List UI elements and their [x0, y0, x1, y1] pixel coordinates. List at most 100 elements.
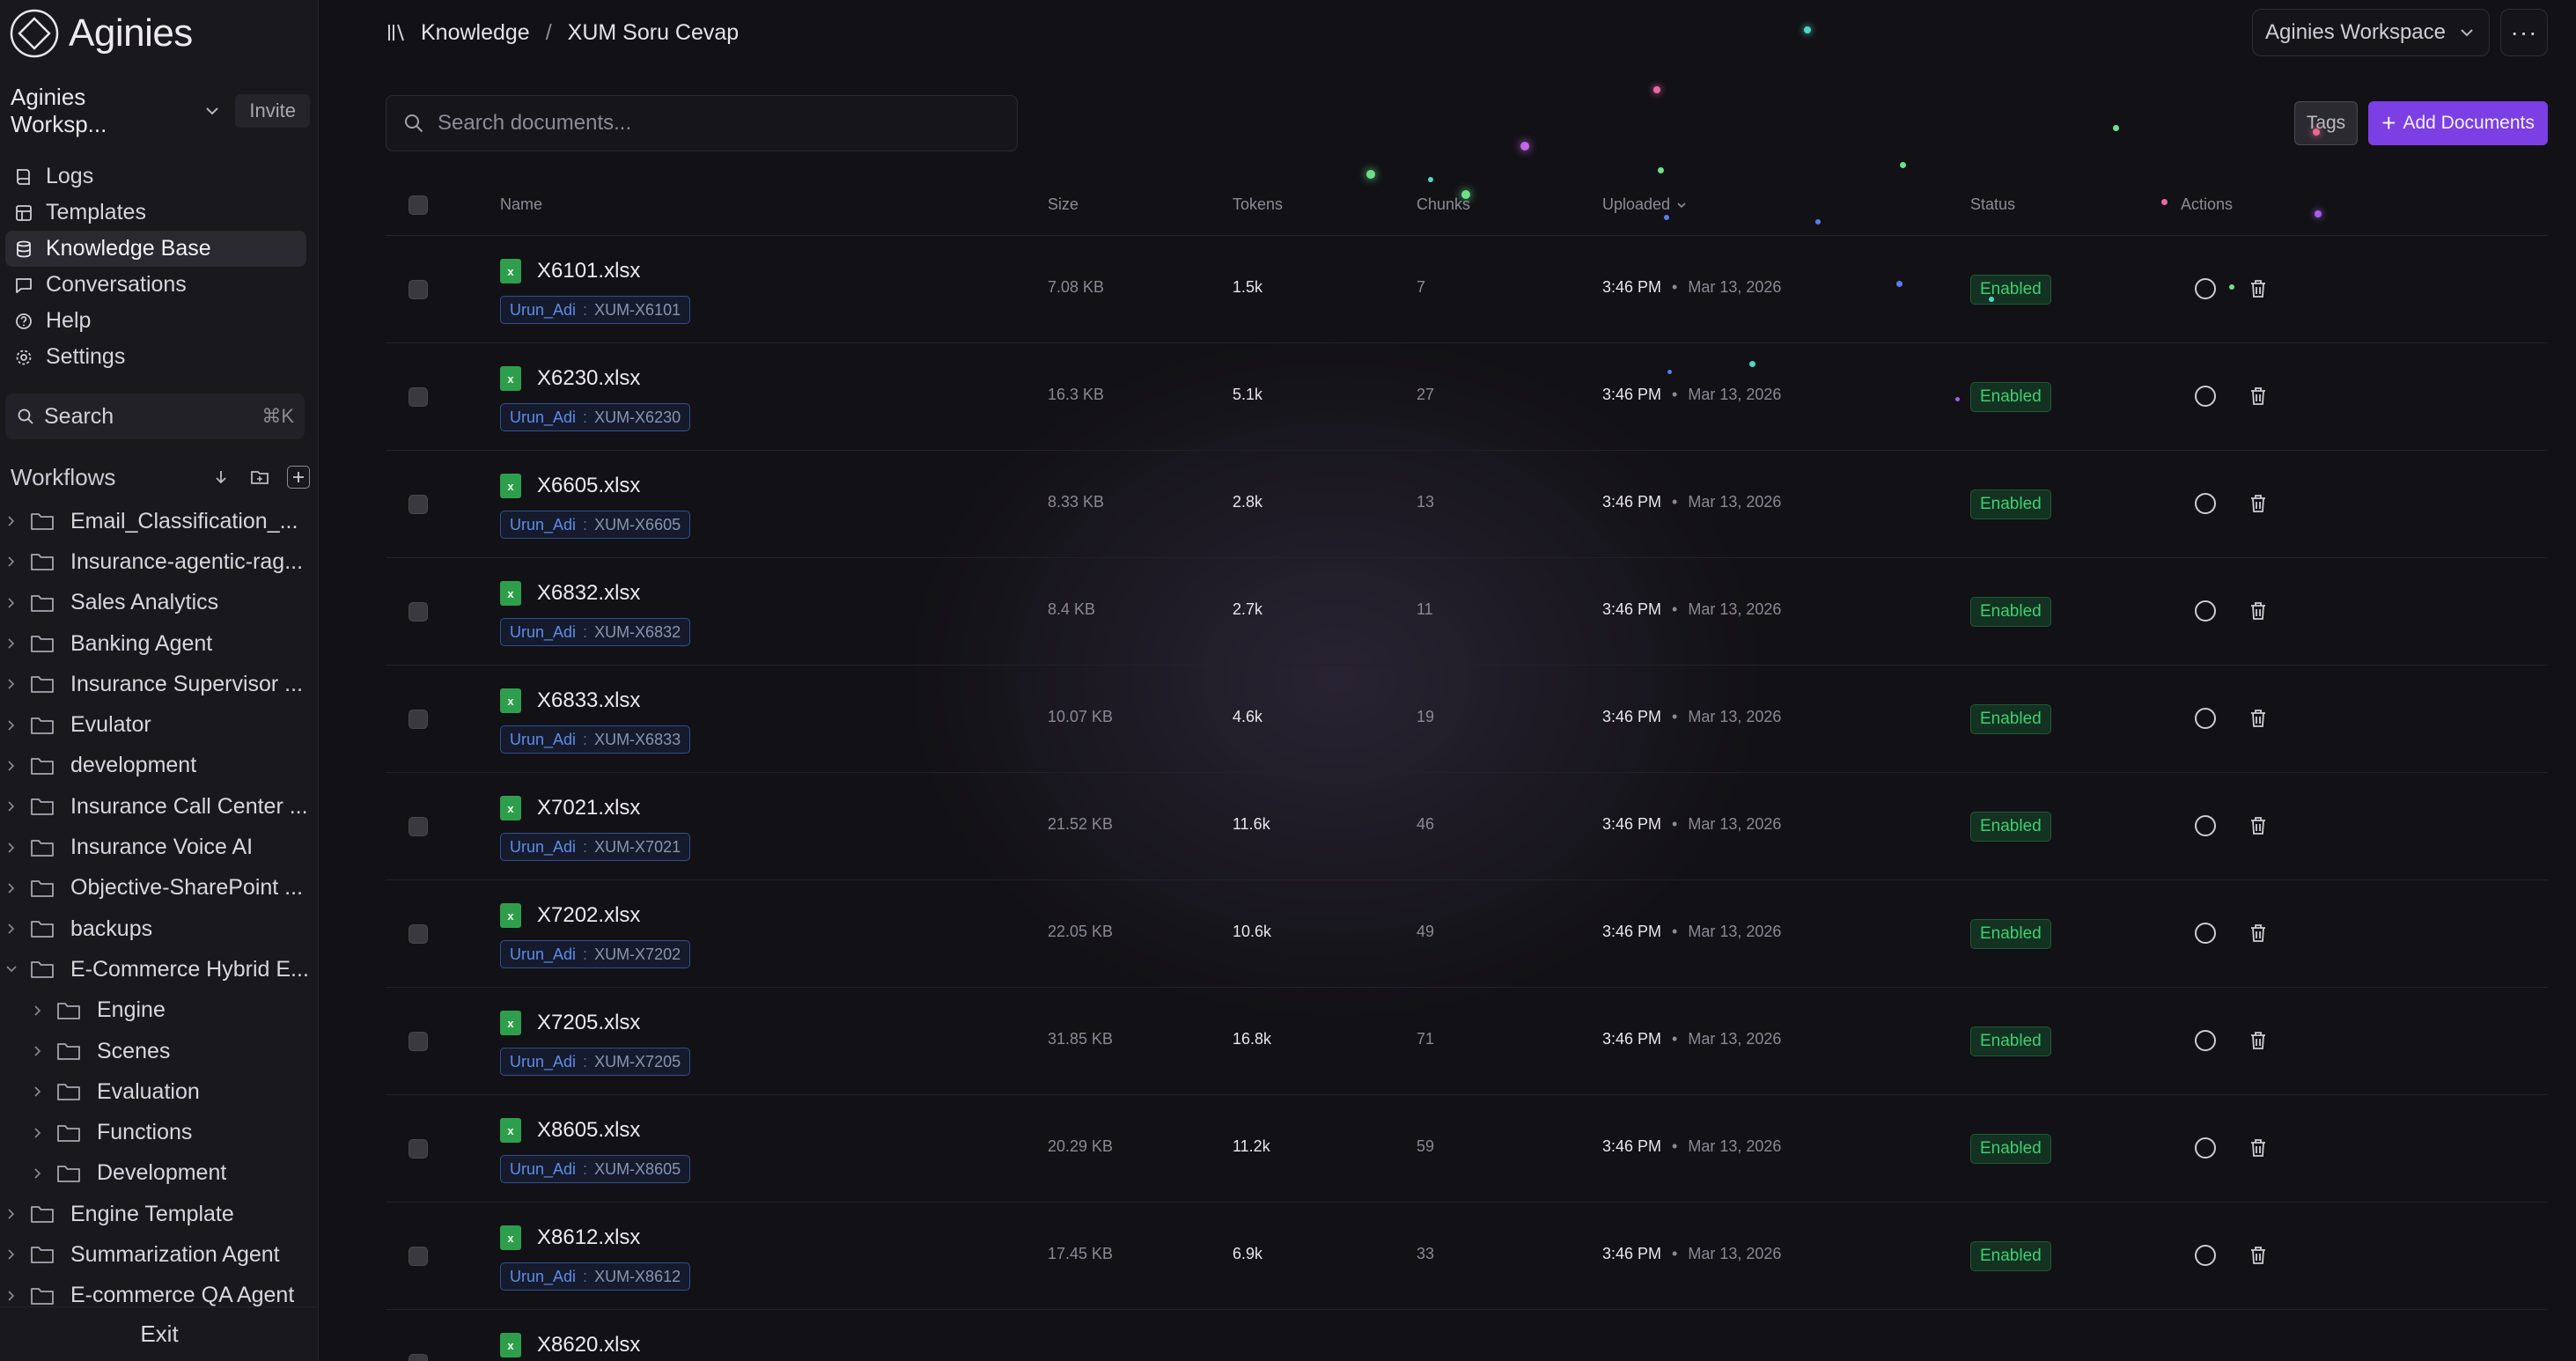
- metadata-tag[interactable]: Urun_Adi: XUM-X8612: [500, 1262, 691, 1291]
- workspace-switcher[interactable]: Aginies Worksp... Invite: [11, 84, 310, 137]
- column-chunks[interactable]: Chunks: [1417, 195, 1470, 214]
- add-documents-button[interactable]: + Add Documents: [2368, 101, 2548, 145]
- table-row[interactable]: x X6832.xlsx Urun_Adi: XUM-X6832 8.4 KB 2.7k 1…: [386, 558, 2548, 666]
- row-checkbox[interactable]: [408, 1139, 428, 1159]
- metadata-tag[interactable]: Urun_Adi: XUM-X8605: [500, 1155, 691, 1183]
- row-checkbox[interactable]: [408, 387, 428, 407]
- row-checkbox[interactable]: [408, 280, 428, 299]
- trash-icon[interactable]: [2248, 1245, 2268, 1266]
- toggle-status-icon[interactable]: [2195, 923, 2216, 944]
- row-checkbox[interactable]: [408, 710, 428, 729]
- metadata-tag[interactable]: Urun_Adi: XUM-X6833: [500, 725, 691, 754]
- tree-item[interactable]: Summarization Agent: [0, 1234, 319, 1275]
- row-checkbox[interactable]: [408, 602, 428, 622]
- table-row[interactable]: x X7202.xlsx Urun_Adi: XUM-X7202 22.05 KB 10.…: [386, 880, 2548, 988]
- toggle-status-icon[interactable]: [2195, 278, 2216, 299]
- trash-icon[interactable]: [2248, 708, 2268, 729]
- exit-button[interactable]: Exit: [0, 1306, 319, 1361]
- select-all-checkbox[interactable]: [408, 195, 428, 215]
- row-checkbox[interactable]: [408, 1247, 428, 1266]
- row-checkbox[interactable]: [408, 1354, 428, 1361]
- trash-icon[interactable]: [2248, 493, 2268, 514]
- table-row[interactable]: x X7205.xlsx Urun_Adi: XUM-X7205 31.85 KB 16.…: [386, 988, 2548, 1095]
- trash-icon[interactable]: [2248, 278, 2268, 299]
- tree-item[interactable]: Insurance-agentic-rag...: [0, 541, 319, 582]
- sidebar-search[interactable]: Search ⌘K: [5, 394, 305, 439]
- sidebar-item-knowledge-base[interactable]: Knowledge Base: [5, 231, 306, 267]
- sidebar-item-templates[interactable]: Templates: [5, 195, 306, 231]
- table-row[interactable]: x X6605.xlsx Urun_Adi: XUM-X6605 8.33 KB 2.8k…: [386, 451, 2548, 558]
- file-name[interactable]: x X8612.xlsx: [500, 1225, 640, 1250]
- metadata-tag[interactable]: Urun_Adi: XUM-X6832: [500, 618, 691, 646]
- metadata-tag[interactable]: Urun_Adi: XUM-X6101: [500, 296, 691, 324]
- tree-item[interactable]: Development: [0, 1153, 319, 1194]
- toggle-status-icon[interactable]: [2195, 1137, 2216, 1159]
- column-size[interactable]: Size: [1048, 195, 1078, 214]
- tree-item[interactable]: Engine: [0, 990, 319, 1031]
- table-row[interactable]: x X8612.xlsx Urun_Adi: XUM-X8612 17.45 KB 6.9…: [386, 1203, 2548, 1310]
- column-status[interactable]: Status: [1970, 195, 2015, 214]
- tree-item[interactable]: Evulator: [0, 704, 319, 745]
- tree-item[interactable]: Objective-SharePoint ...: [0, 868, 319, 909]
- row-checkbox[interactable]: [408, 817, 428, 836]
- sidebar-item-conversations[interactable]: Conversations: [5, 267, 306, 303]
- toggle-status-icon[interactable]: [2195, 493, 2216, 514]
- tree-item[interactable]: Insurance Voice AI: [0, 827, 319, 867]
- table-row[interactable]: x X8620.xlsx: [386, 1310, 2548, 1361]
- toggle-status-icon[interactable]: [2195, 815, 2216, 836]
- tree-item[interactable]: Engine Template: [0, 1194, 319, 1234]
- toggle-status-icon[interactable]: [2195, 1030, 2216, 1051]
- invite-button[interactable]: Invite: [235, 94, 310, 128]
- file-name[interactable]: x X6230.xlsx: [500, 366, 640, 391]
- toggle-status-icon[interactable]: [2195, 708, 2216, 729]
- add-workflow-button[interactable]: [287, 466, 310, 489]
- table-row[interactable]: x X6101.xlsx Urun_Adi: XUM-X6101 7.08 KB 1.5k…: [386, 236, 2548, 343]
- file-name[interactable]: x X7021.xlsx: [500, 796, 640, 820]
- file-name[interactable]: x X7202.xlsx: [500, 903, 640, 928]
- tree-item[interactable]: development: [0, 746, 319, 786]
- metadata-tag[interactable]: Urun_Adi: XUM-X7205: [500, 1048, 691, 1076]
- breadcrumb-root[interactable]: Knowledge: [421, 20, 530, 46]
- column-uploaded[interactable]: Uploaded: [1602, 195, 1688, 214]
- table-row[interactable]: x X6230.xlsx Urun_Adi: XUM-X6230 16.3 KB 5.1k…: [386, 343, 2548, 451]
- trash-icon[interactable]: [2248, 600, 2268, 622]
- metadata-tag[interactable]: Urun_Adi: XUM-X7202: [500, 940, 691, 968]
- sort-button[interactable]: [210, 466, 232, 489]
- tree-item[interactable]: Functions: [0, 1112, 319, 1152]
- table-row[interactable]: x X8605.xlsx Urun_Adi: XUM-X8605 20.29 KB 11.…: [386, 1095, 2548, 1203]
- tree-item[interactable]: E-Commerce Hybrid E...: [0, 949, 319, 989]
- workspace-select[interactable]: Aginies Workspace: [2252, 9, 2490, 56]
- new-folder-button[interactable]: [248, 466, 271, 489]
- sidebar-item-help[interactable]: Help: [5, 303, 306, 339]
- tree-item[interactable]: Banking Agent: [0, 623, 319, 664]
- trash-icon[interactable]: [2248, 386, 2268, 407]
- metadata-tag[interactable]: Urun_Adi: XUM-X7021: [500, 833, 691, 861]
- file-name[interactable]: x X8620.xlsx: [500, 1333, 640, 1357]
- toggle-status-icon[interactable]: [2195, 1245, 2216, 1266]
- trash-icon[interactable]: [2248, 1137, 2268, 1159]
- tree-item[interactable]: Evaluation: [0, 1071, 319, 1112]
- tree-item[interactable]: backups: [0, 909, 319, 949]
- row-checkbox[interactable]: [408, 924, 428, 944]
- more-options-button[interactable]: ···: [2500, 9, 2548, 56]
- metadata-tag[interactable]: Urun_Adi: XUM-X6605: [500, 511, 691, 539]
- file-name[interactable]: x X6101.xlsx: [500, 259, 640, 283]
- file-name[interactable]: x X6605.xlsx: [500, 474, 640, 498]
- column-name[interactable]: Name: [500, 195, 542, 214]
- tags-button[interactable]: Tags: [2294, 101, 2358, 145]
- sidebar-item-settings[interactable]: Settings: [5, 339, 306, 375]
- tree-item[interactable]: Scenes: [0, 1031, 319, 1071]
- toggle-status-icon[interactable]: [2195, 386, 2216, 407]
- trash-icon[interactable]: [2248, 1030, 2268, 1051]
- toggle-status-icon[interactable]: [2195, 600, 2216, 622]
- metadata-tag[interactable]: Urun_Adi: XUM-X6230: [500, 403, 691, 431]
- sidebar-item-logs[interactable]: Logs: [5, 158, 306, 195]
- tree-item[interactable]: Insurance Call Center ...: [0, 786, 319, 827]
- table-row[interactable]: x X7021.xlsx Urun_Adi: XUM-X7021 21.52 KB 11.…: [386, 773, 2548, 880]
- file-name[interactable]: x X7205.xlsx: [500, 1011, 640, 1035]
- tree-item[interactable]: Sales Analytics: [0, 583, 319, 623]
- document-search-input[interactable]: [438, 111, 1001, 136]
- row-checkbox[interactable]: [408, 1032, 428, 1051]
- row-checkbox[interactable]: [408, 495, 428, 514]
- file-name[interactable]: x X6832.xlsx: [500, 581, 640, 606]
